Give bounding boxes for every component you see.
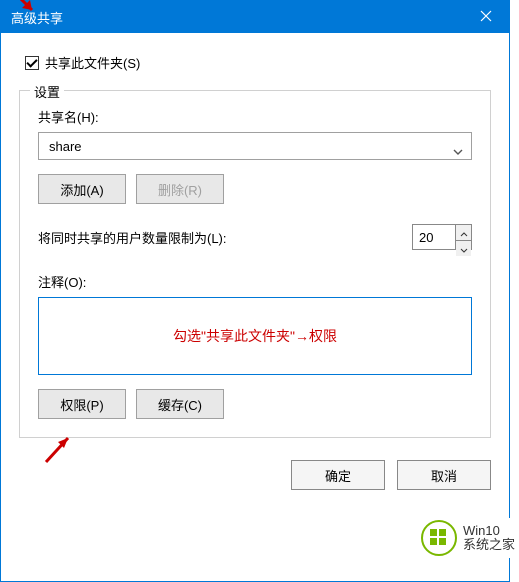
- close-icon: [480, 10, 492, 25]
- close-button[interactable]: [463, 1, 509, 33]
- titlebar: 高级共享: [1, 1, 509, 33]
- share-folder-checkbox[interactable]: [25, 56, 39, 70]
- chevron-down-icon: [460, 241, 468, 256]
- user-limit-spinner[interactable]: 20: [412, 224, 472, 250]
- permissions-button[interactable]: 权限(P): [38, 389, 126, 419]
- user-limit-row: 将同时共享的用户数量限制为(L): 20: [38, 224, 472, 250]
- comment-label: 注释(O):: [38, 272, 472, 291]
- share-name-label: 共享名(H):: [38, 107, 472, 126]
- settings-legend: 设置: [30, 82, 64, 101]
- advanced-sharing-dialog: 高级共享 共享此文件夹(S) 设置 共享名(H): share: [0, 0, 510, 582]
- dialog-buttons: 确定 取消: [1, 446, 509, 502]
- share-folder-row: 共享此文件夹(S): [25, 53, 491, 72]
- ok-button[interactable]: 确定: [291, 460, 385, 490]
- windows-logo-icon: [421, 520, 457, 556]
- cache-button[interactable]: 缓存(C): [136, 389, 224, 419]
- annotation-text: 勾选"共享此文件夹"→权限: [173, 326, 337, 346]
- spinner-down-button[interactable]: [456, 241, 471, 256]
- share-folder-label: 共享此文件夹(S): [45, 53, 140, 72]
- share-name-value: share: [49, 139, 82, 154]
- comment-textarea[interactable]: 勾选"共享此文件夹"→权限: [38, 297, 472, 375]
- chevron-down-icon: [453, 143, 463, 149]
- cancel-button[interactable]: 取消: [397, 460, 491, 490]
- spinner-up-button[interactable]: [456, 225, 471, 241]
- watermark-text: Win10 系统之家: [463, 524, 515, 553]
- watermark: Win10 系统之家: [417, 518, 519, 558]
- share-name-buttons: 添加(A) 删除(R): [38, 174, 472, 204]
- settings-fieldset: 设置 共享名(H): share 添加(A) 删除(R) 将同时共享的用户数量限…: [19, 90, 491, 438]
- user-limit-value[interactable]: 20: [413, 225, 455, 249]
- add-button[interactable]: 添加(A): [38, 174, 126, 204]
- perm-cache-buttons: 权限(P) 缓存(C): [38, 389, 472, 419]
- watermark-line1: Win10: [463, 524, 515, 538]
- delete-button: 删除(R): [136, 174, 224, 204]
- dialog-title: 高级共享: [11, 8, 63, 27]
- dialog-content: 共享此文件夹(S) 设置 共享名(H): share 添加(A) 删除(R) 将…: [1, 33, 509, 446]
- share-name-select[interactable]: share: [38, 132, 472, 160]
- chevron-up-icon: [460, 225, 468, 240]
- spinner-buttons: [455, 225, 471, 249]
- user-limit-label: 将同时共享的用户数量限制为(L):: [38, 228, 227, 247]
- watermark-line2: 系统之家: [463, 538, 515, 552]
